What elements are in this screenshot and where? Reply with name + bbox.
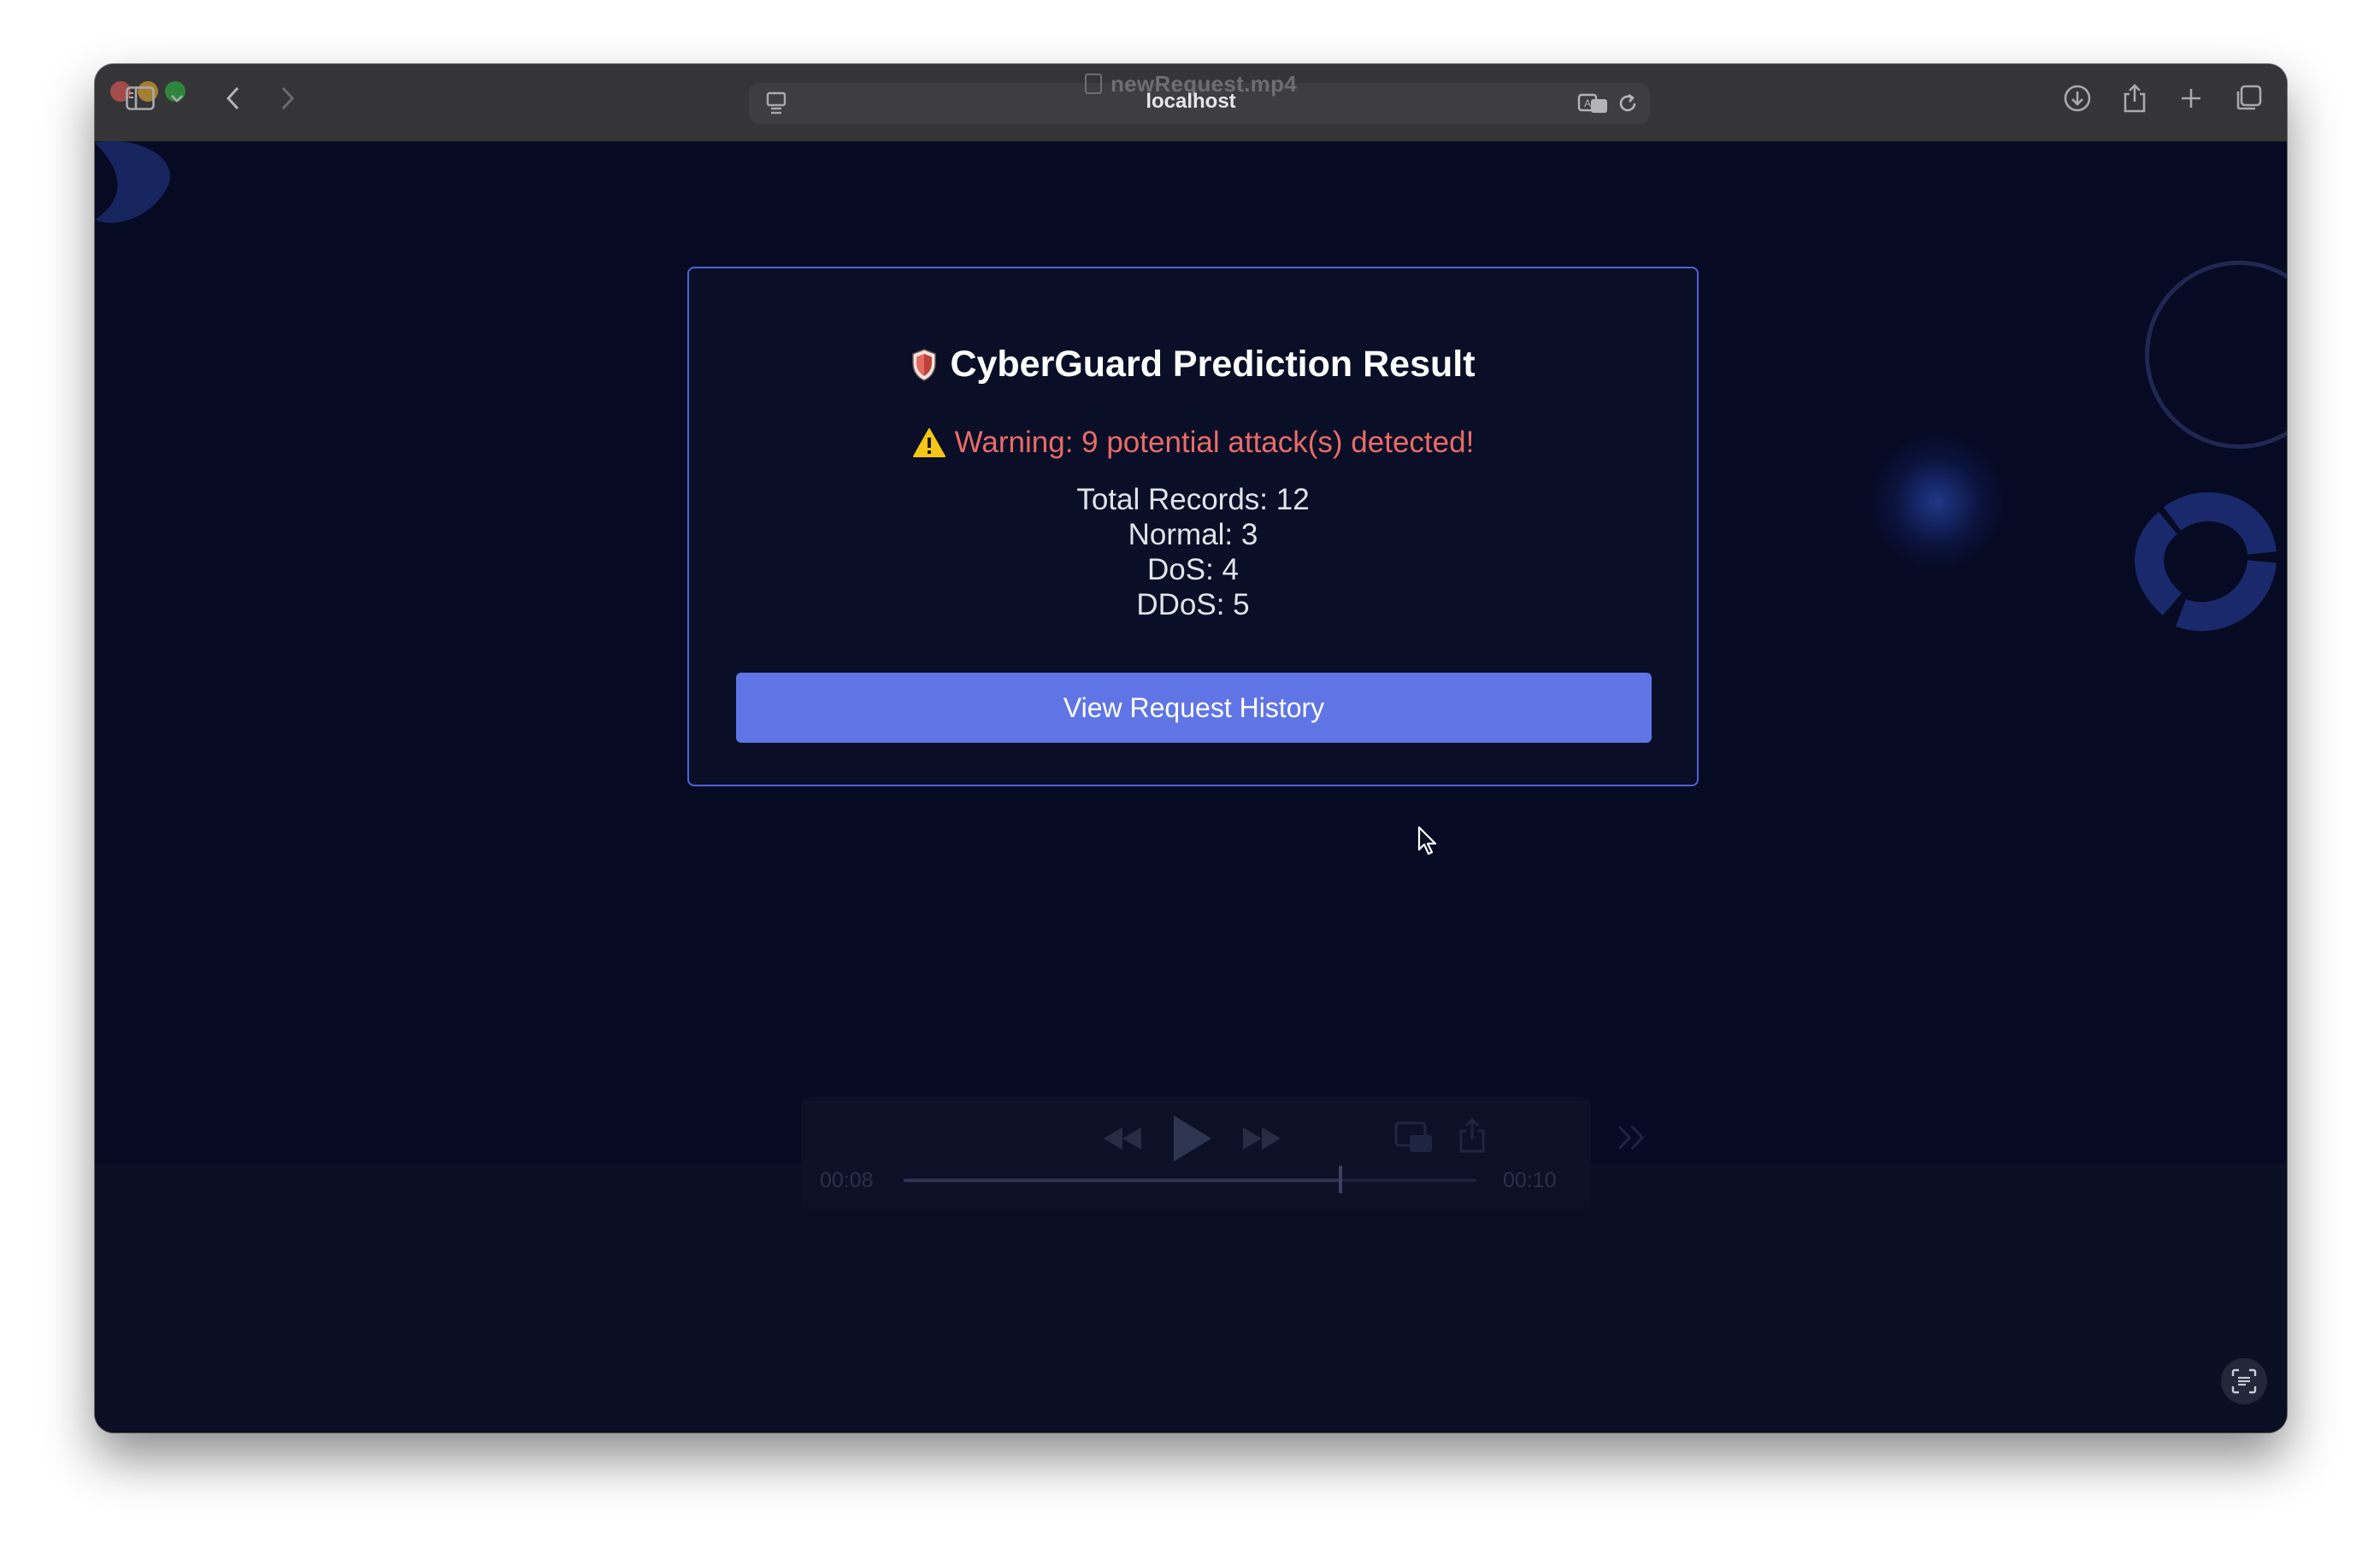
browser-window: A newRequest.mp4 localhost CyberGuard Pr… <box>95 64 2287 1433</box>
video-share-icon[interactable] <box>1458 1117 1487 1153</box>
more-controls-icon[interactable] <box>1617 1124 1646 1151</box>
video-scrubber[interactable] <box>904 1179 1476 1182</box>
live-text-icon <box>2231 1368 2257 1394</box>
dos-count: DoS: 4 <box>1147 553 1239 586</box>
new-tab-icon[interactable] <box>2172 79 2210 117</box>
warning-icon <box>912 428 946 457</box>
ddos-count: DDoS: 5 <box>1136 588 1250 621</box>
prediction-result-card: CyberGuard Prediction Result Warning: 9 … <box>687 267 1699 786</box>
rewind-icon[interactable] <box>1102 1126 1143 1151</box>
mouse-cursor-icon <box>1417 826 1437 856</box>
video-progress-fill <box>904 1179 1340 1182</box>
view-request-history-button[interactable]: View Request History <box>736 673 1652 743</box>
video-duration: 00:10 <box>1503 1168 1557 1192</box>
play-icon[interactable] <box>1170 1114 1213 1163</box>
share-icon[interactable] <box>2116 79 2153 117</box>
card-title: CyberGuard Prediction Result <box>689 344 1697 385</box>
warning-message: Warning: 9 potential attack(s) detected! <box>689 426 1697 460</box>
browser-toolbar: A newRequest.mp4 localhost <box>95 64 2287 142</box>
video-playhead[interactable] <box>1339 1166 1342 1193</box>
decorative-ring <box>2145 261 2287 449</box>
decorative-shape <box>95 141 171 223</box>
record-stats: Total Records: 12 Normal: 3 DoS: 4 DDoS:… <box>689 482 1697 622</box>
url-text: localhost <box>1146 90 1236 113</box>
picture-in-picture-icon[interactable] <box>1394 1121 1434 1154</box>
shield-icon <box>912 348 937 381</box>
card-title-text: CyberGuard Prediction Result <box>950 344 1476 385</box>
fast-forward-icon[interactable] <box>1241 1126 1282 1151</box>
page-content: CyberGuard Prediction Result Warning: 9 … <box>95 141 2287 1433</box>
current-time: 00:08 <box>820 1168 874 1192</box>
tabs-overview-icon[interactable] <box>2230 79 2267 117</box>
decorative-logo-shape <box>2135 491 2277 632</box>
warning-text: Warning: 9 potential attack(s) detected! <box>954 426 1475 459</box>
normal-count: Normal: 3 <box>1128 518 1258 551</box>
total-records: Total Records: 12 <box>1076 483 1310 516</box>
live-text-button[interactable] <box>2221 1358 2267 1404</box>
decorative-glow <box>1869 433 2006 570</box>
download-icon[interactable] <box>2059 79 2096 117</box>
